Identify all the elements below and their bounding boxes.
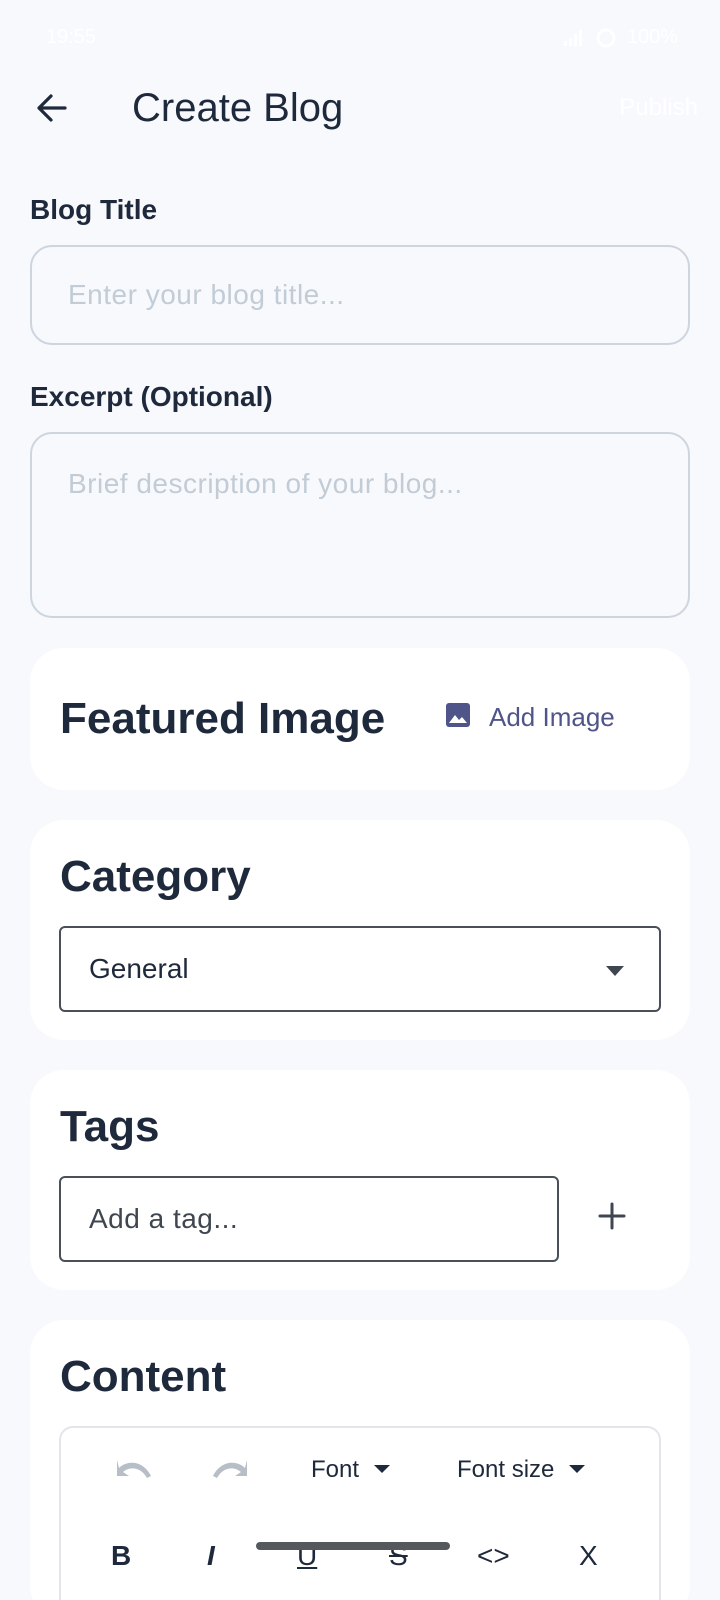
status-icons: 100% (563, 26, 678, 49)
blog-title-field[interactable] (30, 245, 690, 345)
home-indicator (256, 1542, 450, 1550)
blog-title-label: Blog Title (30, 194, 158, 225)
category-selected-value: General (89, 953, 189, 984)
font-size-dropdown[interactable]: Font size (457, 1456, 586, 1484)
content-card: Content Font Font size B I U S <> X (30, 1320, 690, 1600)
redo-button[interactable] (209, 1458, 249, 1489)
category-card: Category General (30, 820, 690, 1040)
redo-icon (209, 1458, 249, 1489)
category-title: Category (60, 852, 251, 901)
italic-button[interactable]: I (207, 1540, 215, 1572)
chevron-down-icon (605, 964, 625, 982)
add-tag-button[interactable] (590, 1196, 634, 1240)
battery-icon (595, 27, 617, 49)
battery-level: 100% (626, 26, 678, 48)
undo-icon (115, 1458, 155, 1489)
image-icon (445, 702, 471, 733)
content-title: Content (60, 1352, 227, 1401)
plus-icon (598, 1202, 626, 1235)
clear-format-button[interactable]: X (579, 1540, 598, 1572)
add-image-label: Add Image (489, 702, 615, 732)
category-select[interactable]: General (59, 926, 661, 1012)
app-bar: Create Blog Publish (0, 72, 720, 148)
arrow-left-icon (35, 91, 69, 130)
font-label: Font (311, 1456, 360, 1483)
blog-title-input[interactable] (32, 247, 688, 343)
featured-image-card: Featured Image Add Image (30, 648, 690, 790)
page-title: Create Blog (132, 86, 344, 130)
font-size-label: Font size (457, 1456, 555, 1483)
chevron-down-icon (568, 1461, 586, 1479)
status-bar: 19:55 100% (0, 0, 720, 72)
add-image-button[interactable]: Add Image (445, 702, 615, 733)
excerpt-field[interactable] (30, 432, 690, 618)
excerpt-input[interactable] (32, 434, 688, 616)
tags-title: Tags (60, 1102, 160, 1151)
tag-field[interactable] (59, 1176, 559, 1262)
publish-button[interactable]: Publish (619, 94, 698, 122)
status-time: 19:55 (46, 26, 97, 48)
tag-input[interactable] (61, 1178, 557, 1260)
bold-button[interactable]: B (111, 1540, 131, 1572)
excerpt-label: Excerpt (Optional) (30, 381, 273, 412)
featured-image-title: Featured Image (60, 694, 386, 743)
code-button[interactable]: <> (477, 1540, 510, 1572)
font-dropdown[interactable]: Font (311, 1456, 391, 1484)
chevron-down-icon (373, 1461, 391, 1479)
tags-card: Tags (30, 1070, 690, 1290)
content-editor[interactable]: Font Font size B I U S <> X (59, 1426, 661, 1600)
undo-button[interactable] (115, 1458, 155, 1489)
signal-icon (563, 29, 585, 47)
back-button[interactable] (26, 84, 78, 136)
